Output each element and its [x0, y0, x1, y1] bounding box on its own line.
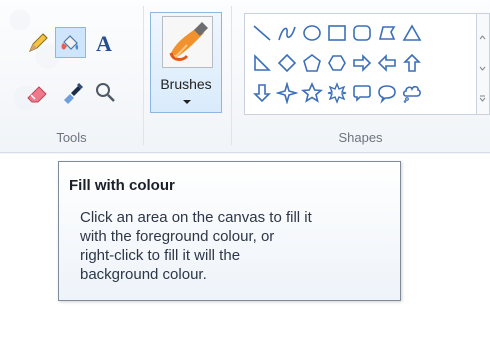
curve-shape[interactable]: [276, 22, 298, 44]
tooltip-line-4: background colour.: [80, 266, 207, 283]
left-arrow-icon: [377, 54, 396, 72]
five-point-star-shape[interactable]: [301, 82, 323, 104]
eraser-icon: [27, 86, 47, 103]
oval-callout-icon: [378, 85, 396, 104]
pentagon-shape[interactable]: [301, 52, 323, 74]
cloud-callout-icon: [402, 85, 421, 103]
oval-callout-shape[interactable]: [376, 82, 398, 104]
line-icon: [253, 25, 271, 41]
down-arrow-icon: [253, 84, 271, 103]
fill-icon: [61, 34, 78, 50]
fill-tooltip: Fill with colour Click an area on the ca…: [58, 161, 401, 301]
four-point-star-icon: [276, 82, 298, 104]
shapes-group: Shapes: [231, 0, 490, 152]
text-icon: A: [96, 31, 112, 55]
tooltip-line-2: with the foreground colour, or: [80, 228, 275, 245]
tools-group-label: Tools: [56, 130, 87, 145]
oval-shape[interactable]: [301, 22, 323, 44]
tooltip-line-1: Click an area on the canvas to fill it: [80, 209, 312, 226]
six-point-star-shape[interactable]: [326, 82, 348, 104]
triangle-icon: [402, 24, 422, 41]
cloud-callout-shape[interactable]: [401, 82, 423, 104]
brush-icon: [162, 16, 213, 68]
tools-group: A Tools: [0, 0, 143, 152]
polygon-icon: [378, 26, 396, 40]
fill-button[interactable]: [55, 27, 86, 58]
pentagon-icon: [303, 54, 321, 72]
expand-gallery-icon: [479, 95, 486, 102]
rounded-rectangle-icon: [353, 25, 371, 41]
hexagon-shape[interactable]: [326, 52, 348, 74]
text-button[interactable]: A: [91, 29, 119, 57]
oval-icon: [303, 25, 321, 41]
rectangle-icon: [328, 25, 346, 41]
pencil-icon: [29, 33, 48, 52]
color-picker-button[interactable]: [58, 78, 86, 106]
tools-grid: A: [24, 24, 140, 108]
chevron-down-icon: [183, 100, 191, 104]
line-shape[interactable]: [251, 22, 273, 44]
right-triangle-icon: [254, 54, 271, 71]
scroll-down-icon: [479, 66, 486, 71]
triangle-shape[interactable]: [401, 22, 423, 44]
color-picker-icon: [64, 83, 83, 104]
svg-text:A: A: [96, 31, 112, 55]
tooltip-line-3: right-click to fill it will the: [80, 247, 241, 264]
rectangle-shape[interactable]: [326, 22, 348, 44]
right-arrow-icon: [353, 54, 372, 72]
magnifier-icon: [96, 83, 115, 102]
diamond-shape[interactable]: [276, 52, 298, 74]
rounded-rectangular-callout-shape[interactable]: [351, 82, 373, 104]
tooltip-title: Fill with colour: [69, 177, 175, 194]
tooltip-body: Click an area on the canvas to fill it w…: [80, 208, 398, 284]
pencil-button[interactable]: [24, 29, 52, 57]
down-arrow-shape[interactable]: [251, 82, 273, 104]
curve-icon: [278, 26, 296, 41]
six-point-star-icon: [327, 82, 347, 104]
left-arrow-shape[interactable]: [376, 52, 398, 74]
scroll-up-icon: [479, 35, 486, 40]
polygon-shape[interactable]: [376, 22, 398, 44]
ribbon: A Tools Brushes Shapes: [0, 0, 490, 153]
hexagon-icon: [328, 55, 346, 71]
right-arrow-shape[interactable]: [351, 52, 373, 74]
right-triangle-shape[interactable]: [251, 52, 273, 74]
five-point-star-icon: [301, 82, 323, 103]
brushes-group: Brushes: [143, 0, 231, 152]
diamond-icon: [277, 53, 297, 73]
shapes-group-label: Shapes: [338, 130, 383, 145]
up-arrow-shape[interactable]: [401, 52, 423, 74]
eraser-button[interactable]: [24, 78, 52, 106]
shapes-scroll-column[interactable]: [477, 13, 490, 115]
brushes-button[interactable]: Brushes: [150, 12, 222, 113]
four-point-star-shape[interactable]: [276, 82, 298, 104]
rounded-rectangle-shape[interactable]: [351, 22, 373, 44]
shapes-gallery: [244, 13, 477, 115]
up-arrow-icon: [403, 53, 421, 72]
rounded-rectangular-callout-icon: [353, 85, 371, 102]
magnifier-button[interactable]: [91, 78, 119, 106]
brushes-button-label: Brushes: [160, 76, 212, 92]
